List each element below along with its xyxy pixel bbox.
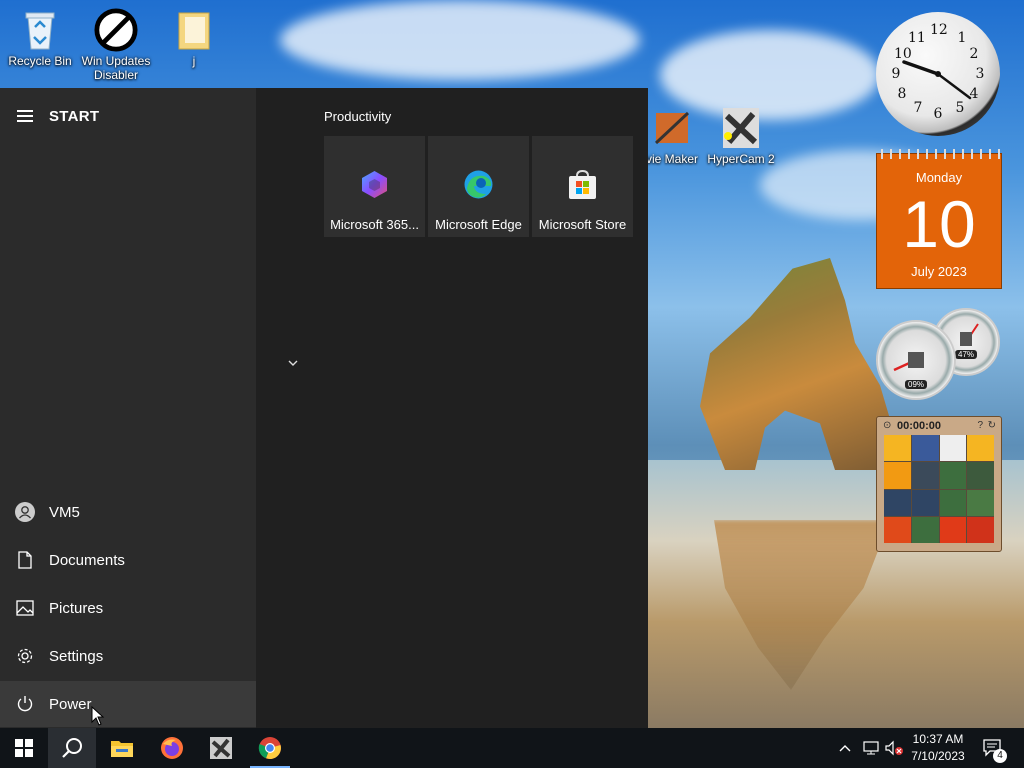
start-menu-sidebar: START VM5 Documents Pictures Settings Po…	[0, 88, 256, 728]
puzzle-shuffle-icon[interactable]: ↻	[988, 420, 996, 431]
show-hidden-icons[interactable]	[838, 728, 852, 768]
desktop-icon-win-updates-disabler[interactable]: Win Updates Disabler	[76, 8, 156, 82]
hypercam-icon	[719, 106, 763, 150]
calendar-month-year: July 2023	[911, 264, 967, 279]
start-menu: START VM5 Documents Pictures Settings Po…	[0, 88, 648, 728]
network-status[interactable]	[862, 728, 880, 768]
firefox-icon	[161, 737, 183, 759]
desktop-icon-label: Win Updates Disabler	[81, 54, 151, 82]
desktop-icon-folder-j[interactable]: j	[154, 8, 234, 68]
taskbar-date: 7/10/2023	[911, 749, 965, 763]
desktop-icon-label: HyperCam 2	[707, 152, 775, 166]
action-center-button[interactable]: 4	[982, 728, 1007, 768]
microsoft-365-icon	[358, 168, 391, 201]
puzzle-grid[interactable]	[884, 435, 994, 543]
taskbar-clock[interactable]: 10:37 AM 7/10/2023	[900, 731, 976, 765]
search-button[interactable]	[48, 728, 96, 768]
taskbar-hypercam[interactable]	[197, 728, 245, 768]
sidebar-item-label: VM5	[49, 503, 80, 521]
desktop-icon-hypercam[interactable]: HyperCam 2	[701, 106, 781, 166]
store-icon	[566, 168, 599, 201]
movie-maker-icon	[650, 106, 694, 150]
taskbar-firefox[interactable]	[148, 728, 196, 768]
sidebar-item-power[interactable]: Power	[0, 681, 256, 727]
tile-microsoft-store[interactable]: Microsoft Store	[532, 136, 633, 237]
gear-icon	[15, 646, 35, 666]
tile-microsoft-edge[interactable]: Microsoft Edge	[428, 136, 529, 237]
puzzle-help-icon[interactable]: ?	[977, 420, 983, 431]
sidebar-item-label: Documents	[49, 551, 125, 569]
taskbar-time: 10:37 AM	[912, 732, 964, 746]
sidebar-item-pictures[interactable]: Pictures	[0, 585, 256, 631]
tile-label: Microsoft 365...	[330, 217, 419, 232]
edge-icon	[462, 168, 495, 201]
chevron-down-icon[interactable]	[287, 356, 299, 370]
prohibited-icon	[94, 8, 138, 52]
sidebar-item-label: Settings	[49, 647, 104, 665]
calendar-date: 10	[902, 187, 976, 261]
puzzle-menu-icon[interactable]: ⊙	[883, 420, 891, 431]
start-menu-title: START	[49, 107, 100, 125]
hamburger-menu-icon[interactable]	[17, 107, 33, 125]
cpu-gauge-value: 09%	[904, 380, 928, 389]
taskbar-chrome[interactable]	[246, 728, 294, 768]
chevron-up-icon	[839, 745, 851, 752]
calendar-day: Monday	[915, 170, 963, 185]
start-button[interactable]	[0, 728, 48, 768]
sidebar-item-documents[interactable]: Documents	[0, 537, 256, 583]
search-icon	[62, 738, 82, 758]
start-menu-header: START	[0, 102, 256, 130]
calendar-gadget[interactable]: Monday 10 July 2023	[876, 149, 1002, 289]
mouse-cursor-icon	[91, 706, 105, 726]
sidebar-item-settings[interactable]: Settings	[0, 633, 256, 679]
sidebar-item-user[interactable]: VM5	[0, 489, 256, 535]
tile-label: Microsoft Edge	[435, 217, 522, 232]
picture-puzzle-gadget[interactable]: ⊙ 00:00:00 ? ↻	[876, 416, 1002, 552]
taskbar-file-explorer[interactable]	[98, 728, 146, 768]
network-icon	[863, 741, 879, 755]
document-icon	[15, 550, 35, 570]
desktop-icon-label: j	[192, 54, 196, 68]
desktop-icon-recycle-bin[interactable]: Recycle Bin	[0, 8, 80, 68]
hypercam-icon	[210, 737, 232, 759]
tile-group-title: Productivity	[324, 109, 392, 124]
recycle-bin-icon	[18, 8, 62, 52]
notification-count-badge: 4	[993, 749, 1007, 763]
chrome-icon	[258, 737, 281, 760]
tile-label: Microsoft Store	[538, 217, 627, 232]
clock-hands	[902, 60, 972, 100]
tile-microsoft-365[interactable]: Microsoft 365...	[324, 136, 425, 237]
cpu-gauge[interactable]: 09%	[876, 320, 956, 400]
ram-gauge-value: 47%	[954, 350, 978, 359]
power-icon	[15, 694, 35, 714]
folder-icon	[172, 8, 216, 52]
puzzle-timer: 00:00:00	[897, 420, 942, 432]
user-icon	[15, 502, 35, 522]
pictures-icon	[15, 598, 35, 618]
windows-logo-icon	[15, 739, 33, 757]
sidebar-item-label: Pictures	[49, 599, 104, 617]
desktop-icon-label: Recycle Bin	[8, 54, 72, 68]
taskbar: 10:37 AM 7/10/2023 4	[0, 728, 1024, 768]
sidebar-item-label: Power	[49, 695, 92, 713]
folder-icon	[111, 741, 133, 757]
calendar-rings	[877, 149, 1001, 159]
clock-gadget[interactable]: 12 1 2 3 4 5 6 7 8 9 10 11	[876, 12, 1000, 136]
desktop-rock-arch	[700, 258, 905, 470]
